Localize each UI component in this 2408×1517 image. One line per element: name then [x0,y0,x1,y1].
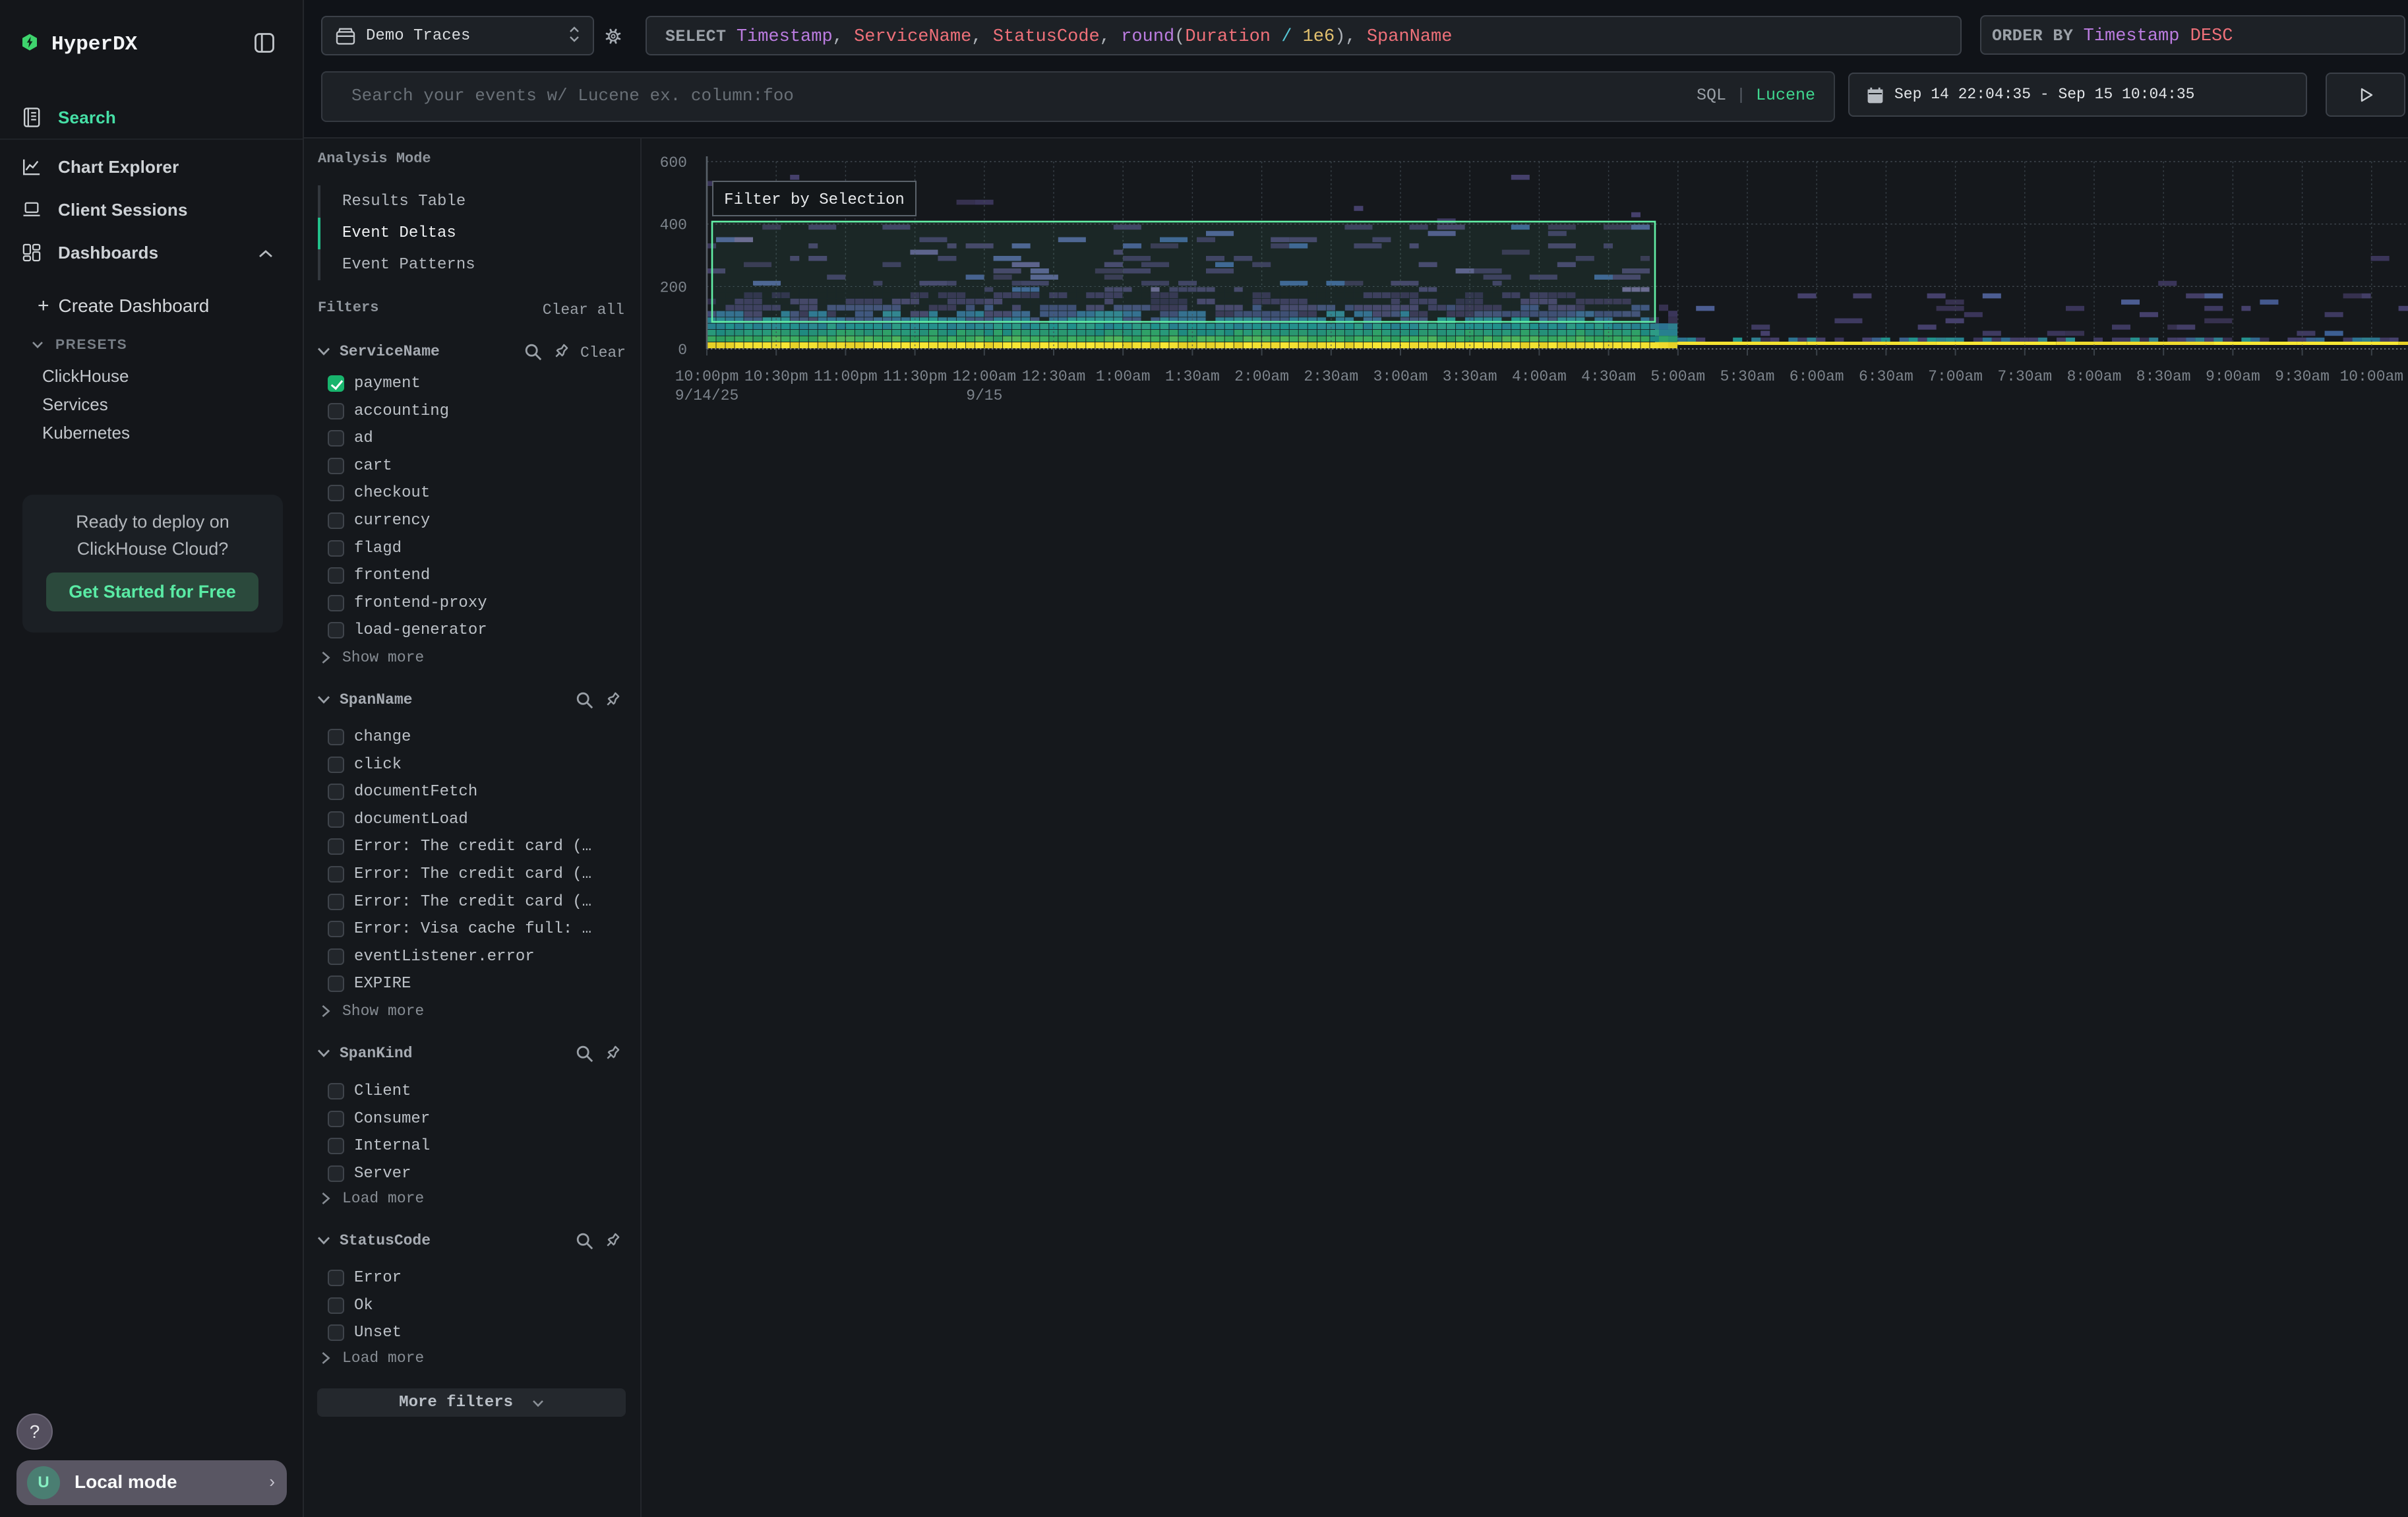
svg-text:9/14/25: 9/14/25 [675,387,739,404]
svg-text:5:00am: 5:00am [1650,368,1705,385]
svg-text:400: 400 [660,217,687,234]
svg-text:200: 200 [660,279,687,296]
svg-text:5:30am: 5:30am [1720,368,1775,385]
svg-text:3:30am: 3:30am [1443,368,1497,385]
svg-text:600: 600 [660,154,687,171]
svg-text:1:30am: 1:30am [1165,368,1220,385]
svg-text:9/15: 9/15 [966,387,1002,404]
svg-text:1:00am: 1:00am [1096,368,1151,385]
svg-text:10:30pm: 10:30pm [744,368,808,385]
svg-text:7:30am: 7:30am [1997,368,2052,385]
svg-text:10:00pm: 10:00pm [675,368,739,385]
svg-text:12:30am: 12:30am [1022,368,1086,385]
svg-text:6:30am: 6:30am [1859,368,1913,385]
svg-text:2:30am: 2:30am [1304,368,1358,385]
svg-text:3:00am: 3:00am [1373,368,1428,385]
svg-text:9:00am: 9:00am [2206,368,2260,385]
svg-text:10:00am: 10:00am [2339,368,2403,385]
svg-text:0: 0 [678,342,687,359]
svg-text:4:00am: 4:00am [1512,368,1567,385]
svg-text:11:00pm: 11:00pm [814,368,878,385]
svg-text:4:30am: 4:30am [1581,368,1636,385]
svg-text:8:30am: 8:30am [2136,368,2191,385]
svg-text:Filter by Selection: Filter by Selection [724,191,905,209]
svg-text:8:00am: 8:00am [2067,368,2122,385]
svg-text:7:00am: 7:00am [1928,368,1983,385]
svg-text:6:00am: 6:00am [1790,368,1844,385]
svg-text:11:30pm: 11:30pm [883,368,947,385]
svg-text:2:00am: 2:00am [1234,368,1289,385]
svg-text:9:30am: 9:30am [2275,368,2330,385]
svg-text:12:00am: 12:00am [952,368,1016,385]
